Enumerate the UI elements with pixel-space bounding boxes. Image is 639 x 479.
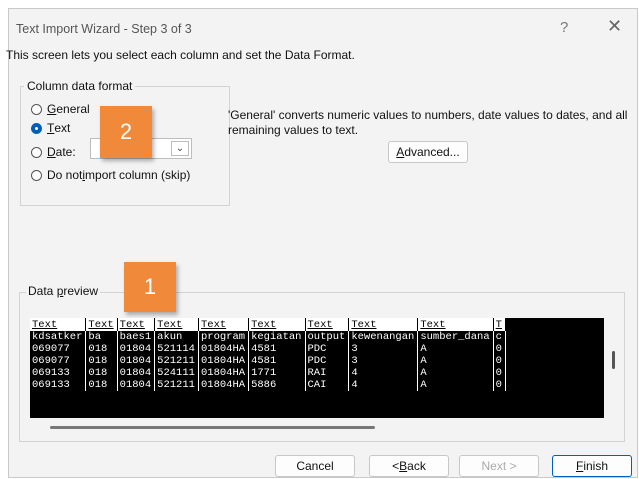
vertical-scrollbar[interactable] — [612, 351, 615, 369]
preview-cell[interactable]: 0 — [493, 379, 506, 391]
preview-cell[interactable]: A — [417, 367, 494, 379]
preview-column-header[interactable]: Text — [85, 318, 118, 331]
radio-date[interactable]: Date: — [31, 144, 76, 160]
preview-cell[interactable]: c — [493, 331, 506, 343]
preview-cell[interactable]: A — [417, 379, 494, 391]
preview-cell[interactable]: 069133 — [30, 367, 87, 379]
chevron-down-icon[interactable]: ⌄ — [171, 141, 189, 156]
preview-cell[interactable]: RAI — [305, 367, 350, 379]
preview-cell[interactable]: kegiatan — [248, 331, 306, 343]
dialog-title: Text Import Wizard - Step 3 of 3 — [16, 22, 192, 36]
preview-column-header[interactable]: Text — [198, 318, 250, 331]
cancel-button[interactable]: Cancel — [275, 455, 355, 477]
preview-cell[interactable]: 01804HA — [198, 343, 250, 355]
preview-column-header[interactable]: Text — [248, 318, 306, 331]
preview-cell[interactable]: A — [417, 355, 494, 367]
preview-cell[interactable]: PDC — [305, 355, 350, 367]
preview-cell[interactable]: CAI — [305, 379, 350, 391]
preview-cell[interactable]: 4581 — [248, 355, 306, 367]
preview-cell[interactable]: 01804 — [117, 367, 156, 379]
preview-header-row[interactable]: Text Text Text Text Text Text Text Text Text T — [30, 318, 506, 331]
radio-circle[interactable] — [31, 146, 42, 158]
preview-column-header[interactable]: Text — [348, 318, 419, 331]
radio-skip[interactable]: Do not i mport column (skip) — [31, 167, 190, 183]
preview-column-header[interactable]: Text — [154, 318, 199, 331]
preview-row: 069077 018 01804 521211 01804HA 4581 PDC 3 A 0 — [30, 355, 506, 367]
preview-cell[interactable]: 0 — [493, 355, 506, 367]
preview-column-header[interactable]: Text — [417, 318, 494, 331]
preview-row: kdsatker ba baes1 akun program kegiatan output… — [30, 331, 506, 343]
preview-cell[interactable]: kewenangan — [348, 331, 419, 343]
data-preview-grid[interactable]: Text Text Text Text Text Text Text Text Text Tkds… — [30, 318, 604, 418]
preview-cell[interactable]: 01804 — [117, 355, 156, 367]
close-icon[interactable]: ✕ — [607, 16, 622, 37]
preview-cell[interactable]: 3 — [348, 355, 419, 367]
advanced-button[interactable]: Advanced... — [388, 141, 468, 163]
preview-cell[interactable]: 01804HA — [198, 367, 250, 379]
column-format-label: Column data format — [24, 79, 136, 93]
preview-cell[interactable]: 4581 — [248, 343, 306, 355]
radio-circle-selected[interactable] — [31, 122, 42, 134]
preview-row: 069133 018 01804 524111 01804HA 1771 RAI 4 A 0 — [30, 367, 506, 379]
preview-cell[interactable]: 01804 — [117, 343, 156, 355]
preview-cell[interactable]: 0 — [493, 367, 506, 379]
preview-cell[interactable]: 3 — [348, 343, 419, 355]
horizontal-scrollbar[interactable] — [50, 426, 375, 429]
preview-cell[interactable]: 524111 — [154, 367, 199, 379]
preview-cell[interactable]: 069077 — [30, 343, 87, 355]
preview-cell[interactable]: 521211 — [154, 379, 199, 391]
preview-row: 069077 018 01804 521114 01804HA 4581 PDC 3 A 0 — [30, 343, 506, 355]
back-button[interactable]: < Back — [369, 455, 449, 477]
preview-cell[interactable]: 1771 — [248, 367, 306, 379]
preview-cell[interactable]: 01804HA — [198, 379, 250, 391]
radio-circle[interactable] — [31, 103, 42, 115]
preview-column-header[interactable]: Text — [117, 318, 156, 331]
preview-column-header[interactable]: Text — [305, 318, 350, 331]
radio-general[interactable]: General — [31, 101, 90, 117]
intro-text: This screen lets you select each column … — [6, 48, 355, 62]
preview-row: 069133 018 01804 521211 01804HA 5886 CAI 4 A 0 — [30, 379, 506, 391]
preview-column-header[interactable]: T — [493, 318, 506, 331]
preview-cell[interactable]: 5886 — [248, 379, 306, 391]
preview-cell[interactable]: baes1 — [117, 331, 156, 343]
preview-cell[interactable]: output — [305, 331, 350, 343]
format-description: 'General' converts numeric values to num… — [228, 108, 628, 137]
callout-badge-2: 2 — [100, 106, 152, 158]
preview-cell[interactable]: 01804 — [117, 379, 156, 391]
preview-cell[interactable]: A — [417, 343, 494, 355]
finish-button[interactable]: Finish — [552, 455, 632, 477]
preview-column-header[interactable]: Text — [30, 318, 87, 331]
next-button[interactable]: Next > — [459, 455, 539, 477]
preview-cell[interactable]: 4 — [348, 379, 419, 391]
preview-cell[interactable]: ba — [85, 331, 118, 343]
preview-cell[interactable]: 018 — [85, 343, 118, 355]
radio-circle[interactable] — [31, 169, 42, 181]
help-icon[interactable]: ? — [560, 19, 568, 36]
preview-cell[interactable]: 018 — [85, 355, 118, 367]
preview-cell[interactable]: kdsatker — [30, 331, 87, 343]
preview-cell[interactable]: 018 — [85, 367, 118, 379]
preview-cell[interactable]: 521114 — [154, 343, 199, 355]
preview-cell[interactable]: 4 — [348, 367, 419, 379]
preview-cell[interactable]: program — [198, 331, 250, 343]
radio-text[interactable]: Text — [31, 120, 70, 136]
preview-cell[interactable]: akun — [154, 331, 199, 343]
preview-cell[interactable]: 069133 — [30, 379, 87, 391]
preview-cell[interactable]: 069077 — [30, 355, 87, 367]
preview-cell[interactable]: 01804HA — [198, 355, 250, 367]
preview-cell[interactable]: PDC — [305, 343, 350, 355]
callout-badge-1: 1 — [124, 262, 176, 312]
preview-cell[interactable]: 0 — [493, 343, 506, 355]
preview-table: Text Text Text Text Text Text Text Text Text Tkds… — [30, 318, 506, 391]
preview-cell[interactable]: sumber_dana — [417, 331, 494, 343]
preview-cell[interactable]: 018 — [85, 379, 118, 391]
preview-cell[interactable]: 521211 — [154, 355, 199, 367]
data-preview-label: Data preview — [26, 284, 101, 298]
